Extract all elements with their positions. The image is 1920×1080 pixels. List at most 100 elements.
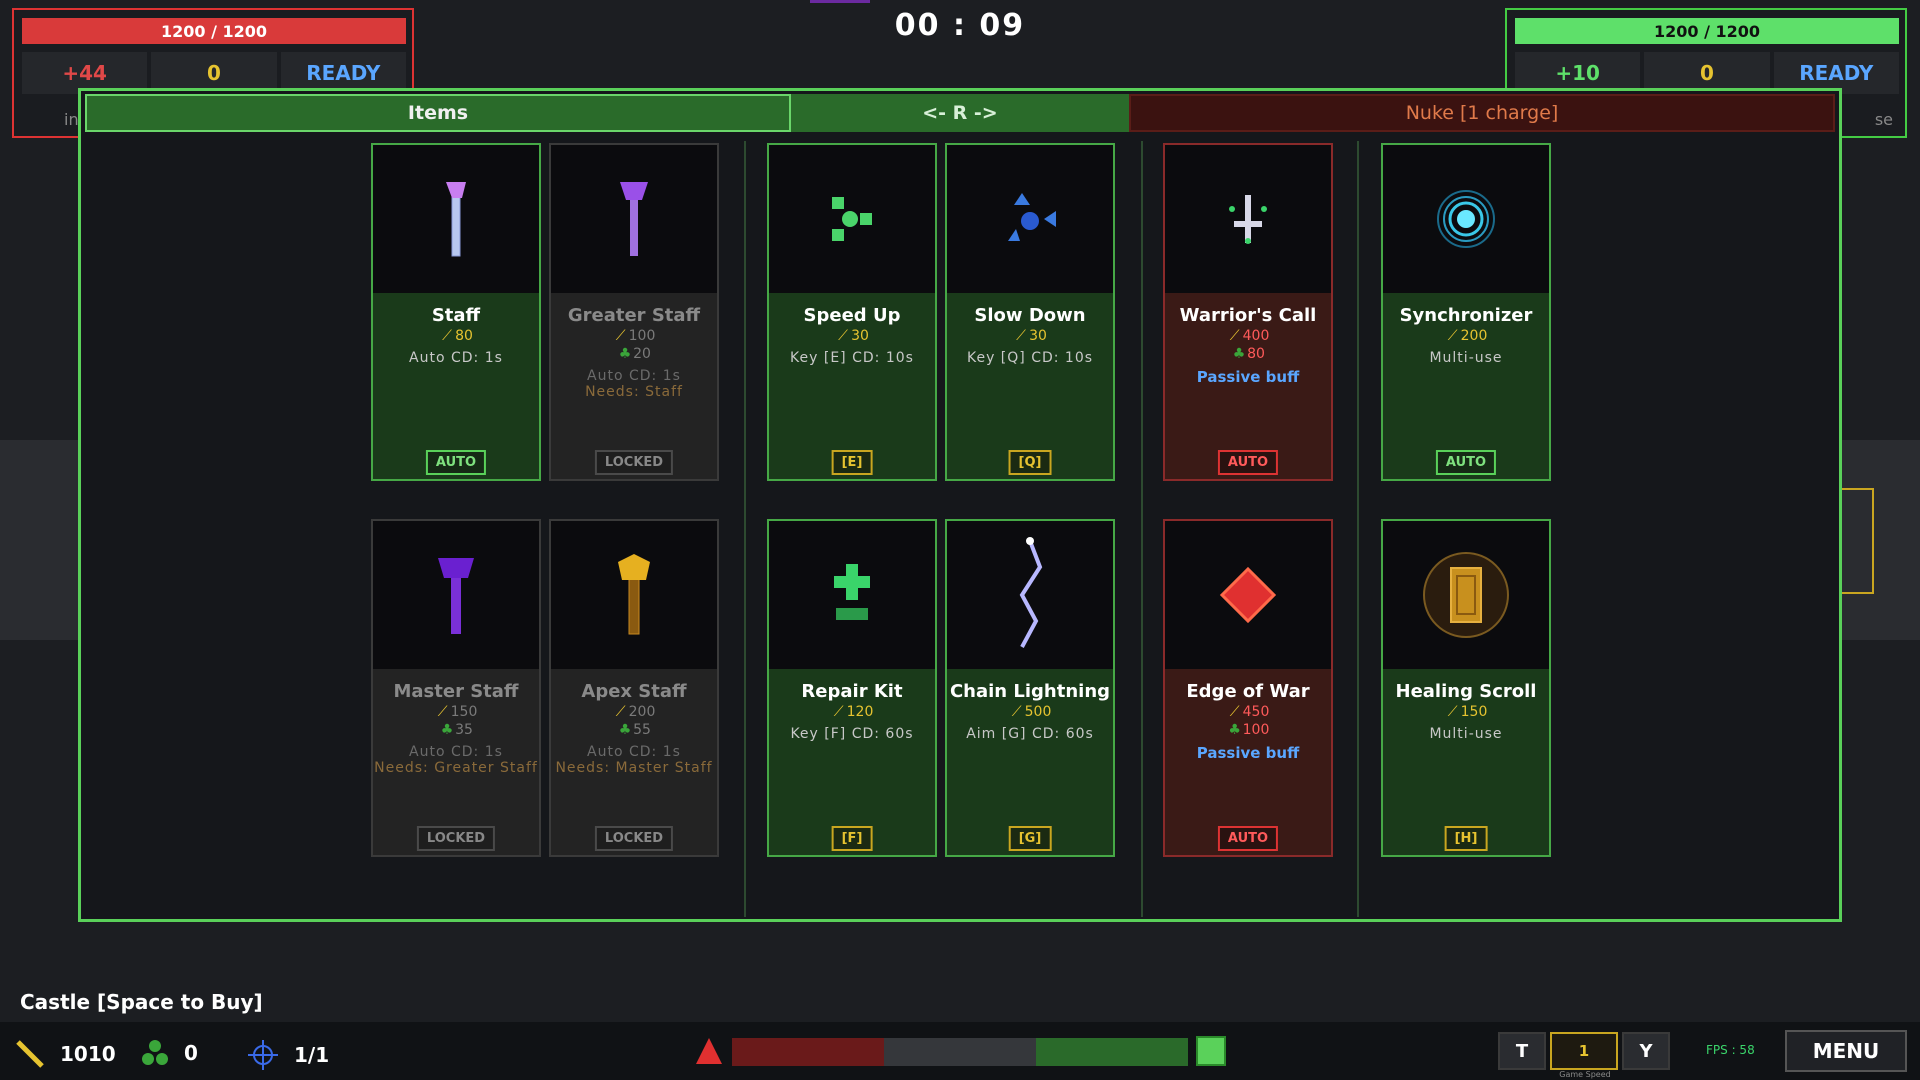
item-name: Edge of War	[1186, 681, 1310, 702]
gold-resource: 1010	[14, 1038, 116, 1070]
green-resource-icon: ♣	[618, 722, 632, 738]
auto-badge: AUTO	[425, 450, 487, 475]
speed-down-button[interactable]: T	[1498, 1032, 1546, 1070]
gold-cost: 30	[1029, 328, 1047, 344]
tab-items[interactable]: Items	[85, 94, 791, 132]
wave-segment-player	[1036, 1038, 1188, 1066]
locked-badge: LOCKED	[594, 826, 674, 851]
tab-switch-hint[interactable]: <- R ->	[791, 94, 1129, 132]
tab-nuke[interactable]: Nuke [1 charge]	[1129, 94, 1835, 132]
gold-amount: 1010	[60, 1042, 116, 1066]
item-name: Repair Kit	[801, 681, 903, 702]
selected-building-label: Castle [Space to Buy]	[20, 990, 263, 1014]
green-resource: 0	[140, 1038, 198, 1068]
top-indicator	[810, 0, 870, 3]
item-name: Slow Down	[974, 305, 1086, 326]
green-resource-icon: ♣	[1232, 346, 1246, 362]
wave-segment-neutral	[884, 1038, 1036, 1066]
player-wave-icon	[1196, 1036, 1226, 1066]
column-divider	[744, 141, 746, 917]
gold-cost: 200	[628, 704, 656, 720]
item-meta: Auto CD: 1s	[409, 744, 503, 760]
gold-icon: ⟋	[1447, 328, 1458, 344]
shop-card-healing-scroll[interactable]: Healing Scroll ⟋ 150 Multi-use [H]	[1381, 519, 1551, 857]
gold-icon: ⟋	[1447, 704, 1458, 720]
unit-amount: 1/1	[294, 1043, 330, 1067]
match-timer: 00 : 09	[894, 8, 1026, 43]
green-cost: 80	[1247, 346, 1265, 362]
gold-icon: ⟋	[615, 328, 626, 344]
repair-kit-icon	[834, 564, 870, 620]
gold-icon: ⟋	[437, 704, 448, 720]
fps-counter: FPS : 58	[1706, 1043, 1755, 1057]
gold-icon: ⟋	[838, 328, 848, 344]
green-cost: 100	[1242, 722, 1270, 738]
item-name: Staff	[431, 305, 481, 326]
item-name: Greater Staff	[567, 305, 701, 326]
item-name: Healing Scroll	[1395, 681, 1537, 702]
gold-cost: 400	[1242, 328, 1270, 344]
shop-card-edge-of-war[interactable]: Edge of War ⟋ 450 ♣ 100 Passive buff AUTO	[1163, 519, 1333, 857]
green-cost: 55	[633, 722, 651, 738]
hotkey-badge: [H]	[1444, 826, 1488, 851]
menu-button[interactable]: MENU	[1785, 1030, 1907, 1072]
gold-cost: 120	[846, 704, 874, 720]
player-partial-label: se	[1874, 110, 1893, 129]
shop-card-warriors-call[interactable]: Warrior's Call ⟋ 400 ♣ 80 Passive buff AUT…	[1163, 143, 1333, 481]
shop-card-chain-lightning[interactable]: Chain Lightning ⟋ 500 Aim [G] CD: 60s [G]	[945, 519, 1115, 857]
item-name: Speed Up	[803, 305, 901, 326]
column-divider	[1357, 141, 1359, 917]
wave-segment-enemy	[732, 1038, 884, 1066]
gold-cost: 80	[455, 328, 473, 344]
shop-card-repair-kit[interactable]: Repair Kit ⟋ 120 Key [F] CD: 60s [F]	[767, 519, 937, 857]
gold-icon: ⟋	[442, 328, 452, 344]
locked-badge: LOCKED	[416, 826, 496, 851]
auto-badge: AUTO	[1217, 450, 1279, 475]
gold-icon: ⟋	[1011, 704, 1022, 720]
gold-icon: ⟋	[615, 704, 626, 720]
crosshair-icon	[248, 1040, 278, 1070]
chain-lightning-icon	[1019, 537, 1043, 648]
gold-cost: 30	[851, 328, 869, 344]
shop-card-greater-staff[interactable]: Greater Staff ⟋ 100 ♣ 20 Auto CD: 1s Needs…	[549, 143, 719, 481]
speed-up-button[interactable]: Y	[1622, 1032, 1670, 1070]
shop-card-master-staff[interactable]: Master Staff ⟋ 150 ♣ 35 Auto CD: 1s Needs:…	[371, 519, 541, 857]
item-name: Apex Staff	[581, 681, 687, 702]
shop-card-apex-staff[interactable]: Apex Staff ⟋ 200 ♣ 55 Auto CD: 1s Needs: M…	[549, 519, 719, 857]
shop-card-speed-up[interactable]: Speed Up ⟋ 30 Key [E] CD: 10s [E]	[767, 143, 937, 481]
item-meta: Key [F] CD: 60s	[790, 726, 914, 742]
item-meta: Auto CD: 1s	[587, 368, 681, 384]
master-staff-icon	[438, 558, 474, 634]
item-name: Synchronizer	[1399, 305, 1533, 326]
column-divider	[1141, 141, 1143, 917]
item-requirement: Needs: Staff	[585, 384, 683, 400]
item-name: Master Staff	[393, 681, 519, 702]
gold-cost: 450	[1242, 704, 1270, 720]
item-requirement: Needs: Greater Staff	[374, 760, 538, 776]
item-meta: Key [Q] CD: 10s	[966, 350, 1094, 366]
item-meta: Key [E] CD: 10s	[790, 350, 914, 366]
item-name: Chain Lightning	[949, 681, 1111, 702]
wave-progress-bar	[732, 1038, 1188, 1066]
green-resource-icon	[142, 1040, 168, 1065]
passive-label: Passive buff	[1196, 368, 1300, 386]
passive-label: Passive buff	[1196, 744, 1300, 762]
item-meta: Auto CD: 1s	[409, 350, 503, 366]
gold-icon: ⟋	[1016, 328, 1026, 344]
slow-down-icon	[1008, 193, 1056, 241]
shop-card-staff[interactable]: Staff ⟋ 80 Auto CD: 1s AUTO	[371, 143, 541, 481]
enemy-wave-icon	[696, 1038, 722, 1064]
warriors-call-icon	[1229, 195, 1267, 244]
gold-cost: 150	[450, 704, 478, 720]
shop-card-slow-down[interactable]: Slow Down ⟋ 30 Key [Q] CD: 10s [Q]	[945, 143, 1115, 481]
gold-icon: ⟋	[833, 704, 844, 720]
gold-icon: ⟋	[1229, 704, 1240, 720]
greater-staff-icon	[620, 182, 648, 256]
green-amount: 0	[184, 1041, 198, 1065]
hotkey-badge: [E]	[831, 450, 873, 475]
hotkey-badge: [Q]	[1008, 450, 1052, 475]
shop-card-synchronizer[interactable]: Synchronizer ⟋ 200 Multi-use AUTO	[1381, 143, 1551, 481]
shop-tabs: Items <- R -> Nuke [1 charge]	[85, 94, 1835, 132]
apex-staff-icon	[618, 554, 650, 635]
hotkey-badge: [F]	[831, 826, 873, 851]
